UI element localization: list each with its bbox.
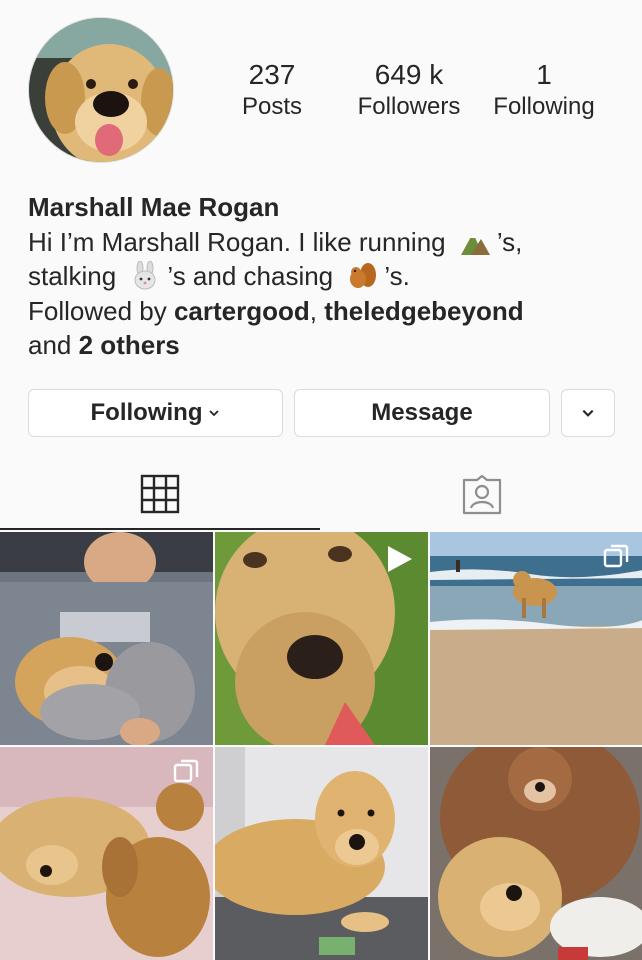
post-thumbnail-6[interactable] (430, 747, 642, 960)
tab-posts-grid[interactable] (0, 460, 320, 530)
followed-by-prefix: Followed by (28, 295, 167, 326)
post-thumbnail-4[interactable] (0, 747, 213, 960)
following-stat[interactable]: 1 Following (482, 58, 606, 122)
followed-by-line-2: and 2 others (28, 328, 628, 363)
chevron-down-icon (209, 410, 220, 417)
multi-photo-icon (603, 544, 629, 568)
follower-link-2[interactable]: theledgebeyond (324, 296, 523, 326)
bio-line-1: Hi I’m Marshall Rogan. I like running ’s… (28, 225, 628, 260)
following-button[interactable]: Following (28, 389, 283, 437)
bio-line-2: stalking ’s and chasing ’s. (28, 259, 628, 294)
profile-name: Marshall Mae Rogan (28, 192, 280, 222)
following-count: 1 (536, 59, 552, 90)
profile-avatar[interactable] (28, 17, 174, 163)
followed-by-sep: , (309, 295, 318, 326)
multi-photo-icon (173, 759, 199, 783)
profile-bio: Marshall Mae Rogan Hi I’m Marshall Rogan… (28, 190, 628, 363)
tab-tagged[interactable] (322, 460, 642, 530)
dog-avatar-image (29, 18, 173, 162)
posts-grid (0, 532, 642, 960)
followers-stat[interactable]: 649 k Followers (348, 58, 470, 122)
mountain-emoji-icon (459, 227, 491, 257)
suggested-accounts-button[interactable] (561, 389, 615, 437)
posts-label: Posts (241, 93, 303, 120)
post-thumbnail-3[interactable] (430, 532, 642, 745)
dog-with-teddy-bear-image (430, 747, 642, 960)
bio-text: stalking (28, 261, 117, 291)
following-label: Following (493, 93, 595, 120)
post-thumbnail-5[interactable] (215, 747, 428, 960)
squirrel-emoji-icon (346, 261, 378, 291)
chevron-down-icon (582, 409, 594, 417)
tagged-icon (462, 475, 502, 515)
bio-text: ’s and chasing (167, 261, 334, 291)
followed-by[interactable]: Followed by cartergood, theledgebeyond (28, 294, 628, 329)
post-thumbnail-2[interactable] (215, 532, 428, 745)
bio-text: ’s, (496, 226, 523, 257)
message-button-label: Message (371, 399, 473, 426)
post-thumbnail-1[interactable] (0, 532, 213, 745)
profile-stats: 237 Posts 649 k Followers 1 Following (220, 58, 622, 128)
grid-icon (140, 474, 180, 514)
profile-tabs (0, 460, 642, 532)
follower-link-1[interactable]: cartergood (174, 296, 310, 326)
message-button[interactable]: Message (294, 389, 550, 437)
followers-count: 649 k (374, 59, 444, 90)
followed-by-others-link[interactable]: 2 others (79, 330, 180, 360)
posts-stat[interactable]: 237 Posts (232, 58, 312, 122)
posts-count: 237 (248, 59, 296, 90)
following-button-label: Following (90, 399, 203, 426)
man-hugging-dog-image (0, 532, 213, 745)
rabbit-emoji-icon (129, 260, 161, 291)
followers-label: Followers (357, 93, 461, 120)
video-icon (388, 546, 412, 572)
bio-text: ’s. (384, 261, 410, 291)
dog-lying-on-rug-image (215, 747, 428, 960)
followed-by-and: and (28, 330, 72, 360)
bio-text: Hi I’m Marshall Rogan. I like running (28, 226, 446, 257)
